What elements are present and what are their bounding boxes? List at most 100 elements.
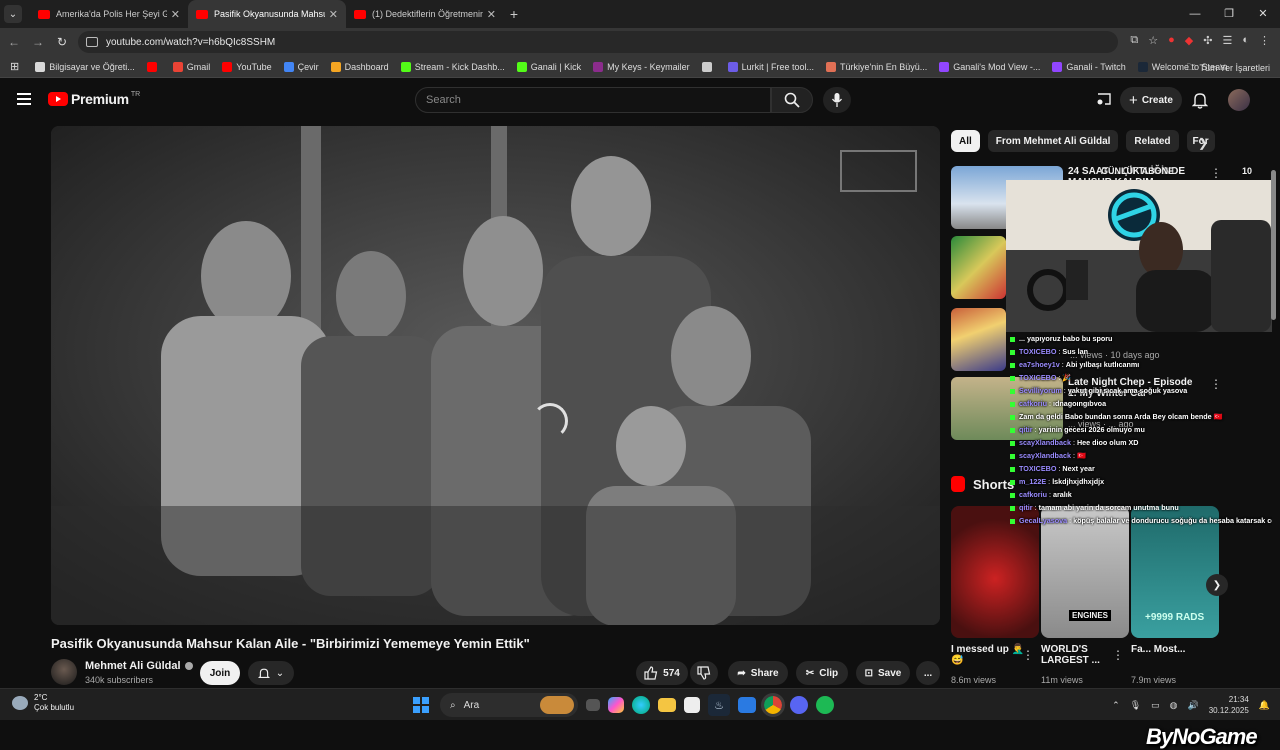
apps-grid-icon[interactable]: ⊞	[10, 60, 19, 73]
browser-tab-2[interactable]: Pasifik Okyanusunda Mahsur Kal ✕	[188, 0, 346, 28]
short-menu-icon[interactable]: ⋮	[1022, 648, 1034, 662]
reading-list-icon[interactable]: ☰	[1222, 34, 1232, 47]
subscription-notifications-button[interactable]: ⌄	[248, 661, 294, 685]
save-button[interactable]: ⊡ Save	[856, 661, 910, 685]
weather-widget[interactable]: 2°C Çok bulutlu	[12, 693, 74, 713]
profile-icon[interactable]: ◐	[1242, 34, 1249, 47]
notifications-icon[interactable]: 🔔	[1259, 700, 1270, 711]
short-title-1[interactable]: I messed up 🤦‍♂️😅	[951, 644, 1031, 666]
chrome-icon[interactable]	[761, 693, 785, 717]
volume-icon[interactable]: 🔊	[1188, 700, 1199, 711]
cast-icon[interactable]	[1096, 92, 1112, 106]
bookmark-item[interactable]: Bilgisayar ve Öğreti...	[35, 61, 135, 72]
file-explorer-icon[interactable]	[658, 698, 676, 712]
bookmark-item[interactable]: My Keys - Keymailer	[593, 61, 690, 72]
related-menu-icon[interactable]: ⋮	[1210, 166, 1222, 180]
create-button[interactable]: + Create	[1120, 87, 1182, 113]
store-icon[interactable]	[684, 697, 700, 713]
related-title-4[interactable]: Late Night Chep - Episode 1: My Winter C…	[1068, 377, 1203, 399]
like-button[interactable]: 574	[636, 661, 688, 685]
copilot-icon[interactable]	[608, 697, 624, 713]
display-icon[interactable]: ▭	[1151, 700, 1160, 711]
tab-search-button[interactable]: ⌄	[4, 5, 22, 23]
microphone-tray-icon[interactable]: 🎙	[1130, 700, 1141, 711]
reload-icon[interactable]: ↻	[50, 35, 74, 49]
short-thumbnail-1[interactable]	[951, 506, 1039, 638]
youtube-premium-logo[interactable]: Premium TR	[48, 91, 140, 107]
task-view-icon[interactable]	[586, 699, 600, 711]
chips-next-icon[interactable]: ❯	[1198, 136, 1208, 150]
more-actions-button[interactable]: ...	[916, 661, 940, 685]
channel-avatar[interactable]	[51, 659, 77, 685]
close-tab-icon[interactable]: ✕	[171, 8, 180, 21]
taskbar-search[interactable]: ⌕ Ara	[440, 693, 578, 717]
minimize-icon[interactable]: —	[1178, 0, 1212, 28]
notifications-bell-icon[interactable]	[1192, 91, 1208, 109]
shorts-next-button[interactable]: ❯	[1206, 574, 1228, 596]
related-thumbnail-1[interactable]	[951, 166, 1063, 229]
bookmark-item[interactable]: Dashboard	[330, 61, 389, 72]
extensions-icon[interactable]: ✣	[1203, 34, 1212, 47]
share-button[interactable]: ➦ Share	[728, 661, 788, 685]
clock[interactable]: 21:34 30.12.2025	[1209, 694, 1249, 716]
browser-tab-1[interactable]: Amerika'da Polis Her Şeyi Gördü ✕	[30, 0, 188, 28]
bookmark-item[interactable]	[701, 61, 716, 72]
new-tab-button[interactable]: +	[504, 6, 524, 22]
restore-icon[interactable]: ❐	[1212, 0, 1246, 28]
related-thumbnail-4[interactable]	[951, 377, 1063, 440]
chip-all[interactable]: All	[951, 130, 980, 152]
extension-red-icon[interactable]: ●	[1168, 34, 1175, 47]
short-title-3[interactable]: Fa... Most...	[1131, 644, 1211, 655]
related-thumbnail-2[interactable]	[951, 236, 1006, 299]
discord-icon[interactable]	[790, 696, 808, 714]
network-icon[interactable]: ◍	[1170, 700, 1178, 711]
browser-tab-3[interactable]: (1) Dedektiflerin Öğretmenin İç ✕	[346, 0, 504, 28]
all-bookmarks-button[interactable]: 🗀 Tüm Yer İşaretleri	[1186, 60, 1270, 76]
chip-from-channel[interactable]: From Mehmet Ali Güldal	[987, 130, 1119, 152]
bookmark-item[interactable]: Gmail	[172, 61, 210, 72]
channel-name[interactable]: Mehmet Ali Güldal	[85, 660, 193, 672]
join-button[interactable]: Join	[200, 661, 240, 685]
edge-icon[interactable]	[632, 696, 650, 714]
short-thumbnail-3[interactable]: +9999 RADS	[1131, 506, 1219, 638]
extension-shield-icon[interactable]: ◆	[1185, 34, 1193, 47]
steam-icon[interactable]: ♨	[708, 694, 730, 716]
voice-search-button[interactable]	[823, 87, 851, 113]
bookmark-item[interactable]: Türkiye'nin En Büyü...	[825, 61, 927, 72]
related-thumbnail-3[interactable]	[951, 308, 1006, 371]
short-title-2[interactable]: WORLD'S LARGEST ...	[1041, 644, 1121, 666]
close-tab-icon[interactable]: ✕	[487, 8, 496, 21]
close-window-icon[interactable]: ✕	[1246, 0, 1280, 28]
short-menu-icon[interactable]: ⋮	[1112, 648, 1124, 662]
search-input[interactable]: Search	[415, 87, 771, 113]
url-field[interactable]: youtube.com/watch?v=h6bQIc8SSHM	[78, 31, 1118, 53]
bookmark-item[interactable]: Stream - Kick Dashb...	[400, 61, 505, 72]
back-icon[interactable]: ←	[2, 35, 26, 49]
dislike-button[interactable]	[690, 661, 718, 685]
mail-icon[interactable]	[738, 697, 756, 713]
bookmark-item[interactable]: Ganali - Twitch	[1052, 61, 1126, 72]
search-button[interactable]	[771, 87, 813, 113]
browser-menu-icon[interactable]: ⋮	[1259, 34, 1270, 47]
bookmark-star-icon[interactable]: ☆	[1148, 34, 1158, 47]
tray-overflow-icon[interactable]: ⌃	[1112, 700, 1120, 711]
bookmark-item[interactable]: Ganali's Mod View -...	[939, 61, 1040, 72]
spotify-icon[interactable]	[816, 696, 834, 714]
video-player[interactable]	[51, 126, 940, 625]
bookmark-item[interactable]: Ganali | Kick	[516, 61, 581, 72]
short-thumbnail-2[interactable]: ENGINES	[1041, 506, 1129, 638]
forward-icon[interactable]: →	[26, 35, 50, 49]
related-menu-icon[interactable]: ⋮	[1210, 377, 1222, 391]
site-info-icon[interactable]	[86, 37, 98, 47]
install-icon[interactable]: ⧉	[1130, 34, 1138, 47]
start-button[interactable]	[410, 694, 432, 716]
account-avatar[interactable]	[1228, 89, 1250, 111]
related-title-1[interactable]: 24 SAAT ... ÇİFTLİĞİNDE MAHSUR KALDIM	[1068, 166, 1208, 188]
bookmark-item[interactable]: Çevir	[283, 61, 319, 72]
clip-button[interactable]: ✂ Clip	[796, 661, 848, 685]
bookmark-item[interactable]: Lurkit | Free tool...	[727, 61, 814, 72]
page-scrollbar[interactable]	[1271, 170, 1276, 320]
bookmark-item[interactable]: YouTube	[222, 61, 272, 72]
close-tab-icon[interactable]: ✕	[329, 8, 338, 21]
bookmark-item[interactable]	[146, 61, 161, 72]
